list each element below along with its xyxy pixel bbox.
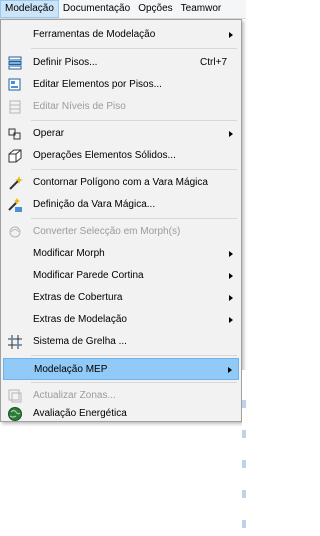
menu-item-label: Contornar Polígono com a Vara Mágica bbox=[33, 177, 208, 188]
menu-opcoes[interactable]: Opções bbox=[134, 0, 176, 18]
submenu-edge-marker bbox=[242, 400, 246, 408]
menu-documentacao[interactable]: Documentação bbox=[59, 0, 134, 18]
menu-modelacao[interactable]: Modelação bbox=[0, 0, 59, 18]
menu-item-contornar-poligono[interactable]: Contornar Polígono com a Vara Mágica bbox=[3, 172, 239, 194]
menu-item-label: Actualizar Zonas... bbox=[33, 390, 116, 401]
menu-item-extras-cobertura[interactable]: Extras de Cobertura bbox=[3, 287, 239, 309]
menu-item-label: Converter Selecção em Morph(s) bbox=[33, 226, 181, 237]
submenu-edge-marker bbox=[242, 460, 246, 468]
menu-item-definicao-vara-magica[interactable]: Definição da Vara Mágica... bbox=[3, 194, 239, 216]
menu-item-modificar-morph[interactable]: Modificar Morph bbox=[3, 243, 239, 265]
menu-item-label: Modelação MEP bbox=[34, 364, 108, 375]
menu-item-label: Extras de Cobertura bbox=[33, 292, 123, 303]
energy-globe-icon bbox=[7, 406, 23, 422]
menu-item-modelacao-mep[interactable]: Modelação MEP bbox=[3, 358, 239, 380]
submenu-edge-marker bbox=[242, 490, 246, 498]
submenu-arrow-icon bbox=[229, 32, 233, 38]
magic-wand-icon bbox=[7, 175, 23, 191]
menu-item-label: Editar Níveis de Piso bbox=[33, 101, 126, 112]
submenu-arrow-icon bbox=[229, 317, 233, 323]
menu-item-operacoes-solidos[interactable]: Operações Elementos Sólidos... bbox=[3, 145, 239, 167]
magic-wand-settings-icon bbox=[7, 197, 23, 213]
submenu-arrow-icon bbox=[229, 295, 233, 301]
menu-item-label: Editar Elementos por Pisos... bbox=[33, 79, 162, 90]
separator bbox=[31, 382, 237, 383]
menu-item-label: Avaliação Energética bbox=[33, 408, 127, 419]
operate-icon bbox=[7, 126, 23, 142]
submenu-edge-strip bbox=[242, 370, 246, 536]
submenu-edge-marker bbox=[242, 430, 246, 438]
menu-item-actualizar-zonas[interactable]: Actualizar Zonas... bbox=[3, 385, 239, 407]
menu-item-sistema-grelha[interactable]: Sistema de Grelha ... bbox=[3, 331, 239, 353]
grid-system-icon bbox=[7, 334, 23, 350]
shortcut-label: Ctrl+7 bbox=[200, 57, 227, 68]
submenu-arrow-icon bbox=[228, 367, 232, 373]
menu-item-label: Extras de Modelação bbox=[33, 314, 127, 325]
solid-operations-icon bbox=[7, 148, 23, 164]
submenu-arrow-icon bbox=[229, 131, 233, 137]
menu-item-label: Sistema de Grelha ... bbox=[33, 336, 127, 347]
menu-item-avaliacao-energetica[interactable]: Avaliação Energética bbox=[3, 407, 239, 421]
separator bbox=[31, 48, 237, 49]
menu-item-label: Definir Pisos... bbox=[33, 57, 98, 68]
separator bbox=[31, 120, 237, 121]
edit-elements-icon bbox=[7, 77, 23, 93]
modelacao-dropdown: Ferramentas de Modelação Definir Pisos..… bbox=[0, 19, 242, 422]
morph-icon bbox=[7, 224, 23, 240]
menu-teamwork[interactable]: Teamwor bbox=[177, 0, 226, 18]
submenu-edge-marker bbox=[242, 520, 246, 528]
menu-item-modificar-parede-cortina[interactable]: Modificar Parede Cortina bbox=[3, 265, 239, 287]
menu-item-label: Ferramentas de Modelação bbox=[33, 29, 156, 40]
menu-item-definir-pisos[interactable]: Definir Pisos... Ctrl+7 bbox=[3, 52, 239, 74]
menu-item-ferramentas-modelacao[interactable]: Ferramentas de Modelação bbox=[3, 24, 239, 46]
menu-item-editar-niveis-piso[interactable]: Editar Níveis de Piso bbox=[3, 96, 239, 118]
separator bbox=[31, 355, 237, 356]
menu-item-label: Definição da Vara Mágica... bbox=[33, 199, 156, 210]
menu-item-label: Modificar Parede Cortina bbox=[33, 270, 144, 281]
floor-stack-icon bbox=[7, 55, 23, 71]
floor-levels-icon bbox=[7, 99, 23, 115]
menu-item-label: Operar bbox=[33, 128, 65, 139]
submenu-arrow-icon bbox=[229, 251, 233, 257]
menu-item-label: Modificar Morph bbox=[33, 248, 105, 259]
separator bbox=[31, 218, 237, 219]
zones-icon bbox=[7, 388, 23, 404]
menu-item-operar[interactable]: Operar bbox=[3, 123, 239, 145]
separator bbox=[31, 169, 237, 170]
submenu-arrow-icon bbox=[229, 273, 233, 279]
menu-item-converter-morph[interactable]: Converter Selecção em Morph(s) bbox=[3, 221, 239, 243]
menu-bar: Modelação Documentação Opções Teamwor bbox=[0, 0, 246, 19]
menu-item-label: Operações Elementos Sólidos... bbox=[33, 150, 176, 161]
menu-item-extras-modelacao[interactable]: Extras de Modelação bbox=[3, 309, 239, 331]
menu-item-editar-elementos-pisos[interactable]: Editar Elementos por Pisos... bbox=[3, 74, 239, 96]
